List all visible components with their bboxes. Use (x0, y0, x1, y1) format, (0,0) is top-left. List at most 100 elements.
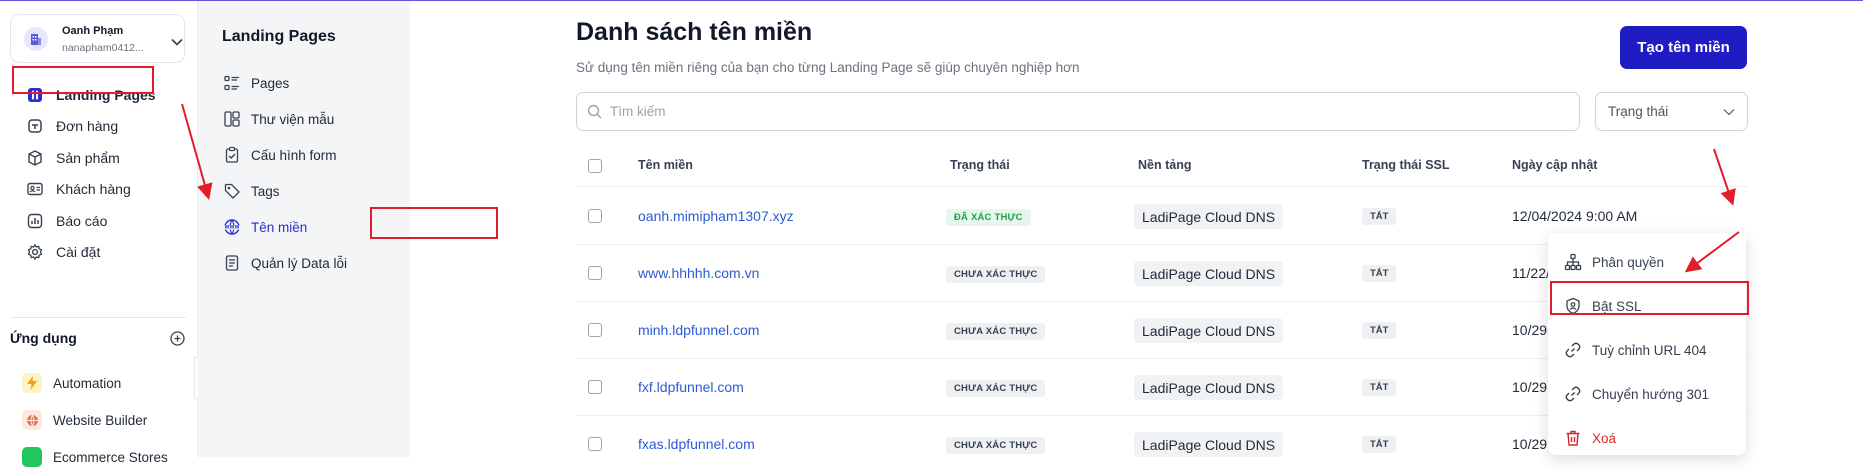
link-icon (1563, 340, 1583, 360)
document-icon (222, 253, 242, 273)
column-header-status: Trạng thái (950, 158, 1010, 172)
ssl-badge: TẮT (1362, 436, 1397, 453)
apps-heading: Ứng dụng (10, 330, 77, 346)
app-item-label: Automation (53, 375, 122, 391)
app-item-label: Ecommerce Stores (53, 449, 168, 465)
domain-link[interactable]: fxf.ldpfunnel.com (638, 379, 744, 395)
status-badge: CHƯA XÁC THỰC (946, 266, 1046, 283)
row-checkbox[interactable] (588, 380, 602, 394)
subnav-item-cau-hinh-form[interactable]: Cấu hình form (222, 141, 337, 169)
create-domain-button[interactable]: Tạo tên miền (1620, 26, 1747, 69)
column-header-platform: Nền tảng (1138, 158, 1192, 172)
updated-date: 12/04/2024 9:00 AM (1512, 208, 1638, 224)
sidebar-item-san-pham[interactable]: Sản phẩm (14, 142, 182, 174)
subnav-title: Landing Pages (222, 28, 336, 45)
row-checkbox[interactable] (588, 437, 602, 451)
updated-date: 10/29 (1512, 436, 1548, 452)
chevron-down-icon[interactable] (171, 33, 183, 51)
subnav-item-label: Pages (251, 75, 290, 91)
sidebar-item-label: Cài đặt (56, 244, 101, 260)
subnav-item-label: Thư viện mẫu (251, 111, 335, 127)
subnav-item-label: Tags (251, 183, 280, 199)
domain-link[interactable]: oanh.mimipham1307.xyz (638, 208, 794, 224)
status-filter-select[interactable]: Trạng thái (1595, 92, 1748, 131)
menu-item-label: Xoá (1592, 430, 1617, 446)
search-icon (587, 104, 602, 119)
sidebar-item-label: Đơn hàng (56, 118, 119, 134)
subnav-item-ten-mien[interactable]: WWW Tên miền (222, 213, 307, 241)
svg-text:WWW: WWW (225, 225, 240, 231)
domain-link[interactable]: fxas.ldpfunnel.com (638, 436, 755, 452)
row-checkbox[interactable] (588, 209, 602, 223)
sidebar-item-cai-dat[interactable]: Cài đặt (14, 236, 182, 268)
select-all-checkbox[interactable] (588, 159, 602, 173)
status-badge: ĐÃ XÁC THỰC (946, 209, 1031, 226)
contact-card-icon (24, 178, 46, 200)
trash-icon (1563, 428, 1583, 448)
table-header: Tên miền Trạng thái Nền tảng Trạng thái … (576, 145, 1748, 187)
account-switcher[interactable]: Oanh Phạm nanapham0412... (10, 14, 185, 63)
list-icon (222, 73, 242, 93)
hierarchy-icon (1563, 252, 1583, 272)
updated-date: 10/29 (1512, 379, 1548, 395)
template-icon (222, 109, 242, 129)
platform-tag: LadiPage Cloud DNS (1134, 261, 1284, 286)
status-badge: CHƯA XÁC THỰC (946, 380, 1046, 397)
box-icon (24, 147, 46, 169)
row-actions-menu: Phân quyền Bật SSL Tuỳ chỉnh URL 404 Chu… (1548, 233, 1746, 455)
subnav-item-quan-ly-data-loi[interactable]: Quản lý Data lỗi (222, 249, 347, 277)
add-circle-icon[interactable] (170, 331, 185, 351)
page-description: Sử dụng tên miền riêng của bạn cho từng … (576, 60, 1080, 75)
chart-icon (24, 210, 46, 232)
subnav-item-tags[interactable]: Tags (222, 177, 280, 205)
search-input[interactable] (610, 104, 1510, 119)
subnav-item-label: Quản lý Data lỗi (251, 255, 348, 271)
annotation-highlight-bat-ssl (1550, 281, 1749, 315)
platform-tag: LadiPage Cloud DNS (1134, 204, 1284, 229)
www-globe-icon: WWW (222, 217, 242, 237)
account-email: nanapham0412... (62, 42, 144, 54)
tag-icon (222, 181, 242, 201)
menu-item-label: Tuỳ chỉnh URL 404 (1592, 342, 1707, 358)
sidebar-item-bao-cao[interactable]: Báo cáo (14, 205, 182, 237)
updated-date: 10/29 (1512, 322, 1548, 338)
menu-item-xoa[interactable]: Xoá (1548, 419, 1746, 457)
menu-item-label: Chuyển hướng 301 (1592, 386, 1709, 402)
link-icon (1563, 384, 1583, 404)
clipboard-check-icon (222, 145, 242, 165)
app-item-ecommerce-stores[interactable]: Ecommerce Stores (22, 444, 168, 470)
sidebar-divider (10, 317, 186, 318)
sidebar-item-label: Khách hàng (56, 181, 131, 197)
domain-link[interactable]: minh.ldpfunnel.com (638, 322, 759, 338)
account-name: Oanh Phạm (62, 25, 124, 37)
lightning-icon (22, 373, 42, 393)
ssl-badge: TẮT (1362, 322, 1397, 339)
column-header-ssl: Trạng thái SSL (1362, 158, 1450, 172)
main-sidebar: Oanh Phạm nanapham0412... Landing Pages … (0, 1, 198, 467)
platform-tag: LadiPage Cloud DNS (1134, 318, 1284, 343)
chevron-down-icon (1723, 104, 1735, 119)
row-checkbox[interactable] (588, 323, 602, 337)
menu-item-phan-quyen[interactable]: Phân quyền (1548, 243, 1746, 281)
app-item-automation[interactable]: Automation (22, 370, 121, 396)
building-icon (24, 27, 48, 51)
row-checkbox[interactable] (588, 266, 602, 280)
subnav-item-pages[interactable]: Pages (222, 69, 289, 97)
sidebar-item-label: Sản phẩm (56, 150, 120, 166)
subnav-item-thu-vien-mau[interactable]: Thư viện mẫu (222, 105, 334, 133)
sidebar-item-khach-hang[interactable]: Khách hàng (14, 173, 182, 205)
subnav-item-label: Tên miền (251, 219, 308, 235)
ssl-badge: TẮT (1362, 379, 1397, 396)
app-item-website-builder[interactable]: Website Builder (22, 407, 147, 433)
gear-icon (24, 241, 46, 263)
menu-item-tuy-chinh-url-404[interactable]: Tuỳ chỉnh URL 404 (1548, 331, 1746, 369)
menu-item-chuyen-huong-301[interactable]: Chuyển hướng 301 (1548, 375, 1746, 413)
status-badge: CHƯA XÁC THỰC (946, 437, 1046, 454)
sidebar-item-don-hang[interactable]: Đơn hàng (14, 110, 182, 142)
updated-date: 11/22/ (1512, 265, 1550, 281)
search-box[interactable] (576, 92, 1580, 131)
store-icon (22, 447, 42, 467)
platform-tag: LadiPage Cloud DNS (1134, 432, 1284, 457)
domain-link[interactable]: www.hhhhh.com.vn (638, 265, 759, 281)
status-filter-value: Trạng thái (1608, 104, 1669, 119)
